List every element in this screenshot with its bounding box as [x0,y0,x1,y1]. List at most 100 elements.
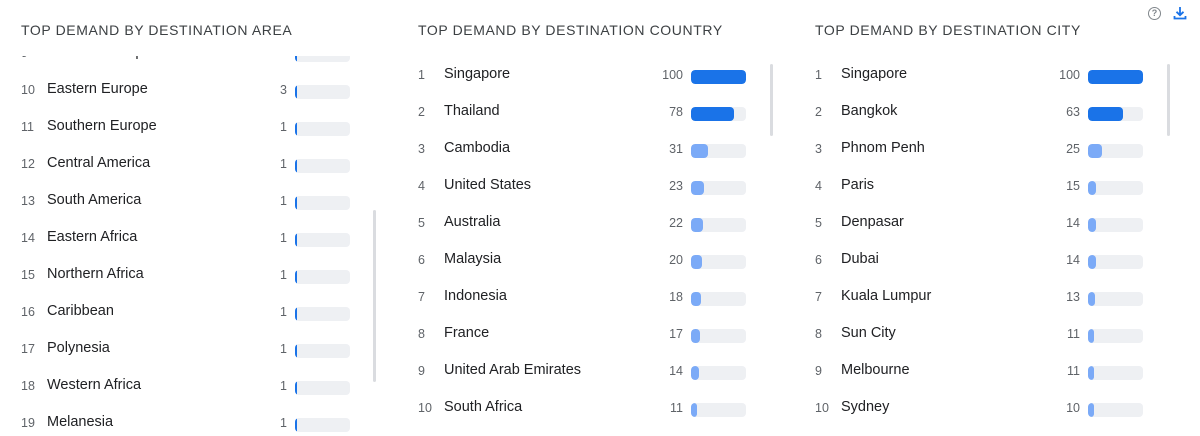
list-item[interactable]: 9 United Arab Emirates 14 [397,352,777,389]
demand-bar-fill [295,56,297,62]
list-item[interactable]: 14 Eastern Africa 1 [0,219,380,256]
list-item[interactable]: 9 Western Europe [0,56,380,71]
demand-bar-track [1088,107,1143,121]
demand-value: 14 [1066,253,1080,267]
list-item[interactable]: 6 Dubai 14 [794,241,1174,278]
demand-bar-track [691,70,746,84]
demand-bar-track [295,56,350,62]
demand-bar-track [295,233,350,247]
area-scrollbar[interactable] [373,210,376,382]
demand-bar-fill [1088,181,1096,195]
city-scrollbar[interactable] [1167,64,1170,136]
country-scrollbar[interactable] [770,64,773,136]
demand-bar-track [691,403,746,417]
demand-bar-track [691,366,746,380]
city-title: TOP DEMAND BY DESTINATION CITY [815,22,1081,38]
list-item[interactable]: 8 Sun City 11 [794,315,1174,352]
rank-number: 1 [418,68,425,82]
demand-bar-track [1088,144,1143,158]
demand-bar-fill [691,255,702,269]
list-item[interactable]: 1 Singapore 100 [397,56,777,93]
list-item[interactable]: 10 South Africa 11 [397,389,777,426]
rank-number: 3 [815,142,822,156]
demand-bar-fill [1088,144,1102,158]
demand-value: 1 [280,157,287,171]
download-icon[interactable] [1173,6,1187,20]
destination-name: South Africa [444,399,523,415]
rank-number: 9 [418,364,425,378]
list-item[interactable]: 3 Cambodia 31 [397,130,777,167]
city-list: 1 Singapore 100 2 Bangkok 63 3 Phnom Penh 25 4 Par… [794,56,1174,436]
list-item[interactable]: 16 Caribbean 1 [0,293,380,330]
list-item[interactable]: 15 Northern Africa 1 [0,256,380,293]
area-list: 9Western Europe10Eastern Europe311Southe… [0,56,380,436]
demand-bar-fill [691,329,700,343]
destination-name: South America [47,192,142,208]
list-item[interactable]: 4 Paris 15 [794,167,1174,204]
demand-bar-track [691,181,746,195]
country-title: TOP DEMAND BY DESTINATION COUNTRY [418,22,723,38]
demand-bar-fill [295,196,297,210]
demand-value: 17 [669,327,683,341]
list-item[interactable]: 10 Sydney 10 [794,389,1174,426]
rank-number: 7 [815,290,822,304]
country-panel: TOP DEMAND BY DESTINATION COUNTRY 1 Singa… [397,0,777,436]
list-item[interactable]: 2 Thailand 78 [397,93,777,130]
rank-number: 2 [815,105,822,119]
rank-number: 9 [815,364,822,378]
demand-value: 1 [280,379,287,393]
demand-bar-fill [295,381,297,395]
list-item[interactable]: 3 Phnom Penh 25 [794,130,1174,167]
list-item[interactable]: 19 Melanesia 1 [0,404,380,436]
demand-bar-track [1088,181,1143,195]
list-item[interactable]: 8 France 17 [397,315,777,352]
demand-bar-fill [691,366,699,380]
rank-number: 8 [815,327,822,341]
destination-name: Malaysia [444,251,502,267]
list-item[interactable]: 7 Indonesia 18 [397,278,777,315]
destination-name: Melbourne [841,362,910,378]
demand-bar-track [295,122,350,136]
demand-value: 18 [669,290,683,304]
rank-number: 18 [21,379,35,393]
destination-name: Sun City [841,325,896,341]
demand-bar-fill [1088,107,1123,121]
demand-bar-fill [691,70,746,84]
demand-bar-track [295,270,350,284]
rank-number: 2 [418,105,425,119]
demand-bar-fill [691,403,697,417]
list-item[interactable]: 13 South America 1 [0,182,380,219]
list-item[interactable]: 5 Australia 22 [397,204,777,241]
demand-bar-track [691,329,746,343]
list-item[interactable]: 2 Bangkok 63 [794,93,1174,130]
demand-value: 100 [662,68,683,82]
destination-name: Phnom Penh [841,140,925,156]
demand-value: 11 [1067,327,1080,341]
destination-name: Thailand [444,103,500,119]
destination-name: Northern Africa [47,266,144,282]
demand-bar-fill [691,144,708,158]
list-item[interactable]: 11 Southern Europe 1 [0,108,380,145]
demand-value: 23 [669,179,683,193]
demand-value: 11 [1067,364,1080,378]
list-item[interactable]: 4 United States 23 [397,167,777,204]
demand-value: 1 [280,194,287,208]
demand-bar-track [1088,329,1143,343]
list-item[interactable]: 6 Malaysia 20 [397,241,777,278]
list-item[interactable]: 1 Singapore 100 [794,56,1174,93]
list-item[interactable]: 7 Kuala Lumpur 13 [794,278,1174,315]
list-item[interactable]: 10 Eastern Europe 3 [0,71,380,108]
demand-value: 14 [1066,216,1080,230]
demand-bar-fill [1088,403,1094,417]
list-item[interactable]: 5 Denpasar 14 [794,204,1174,241]
list-item[interactable]: 17 Polynesia 1 [0,330,380,367]
destination-name: Australia [444,214,501,230]
list-item[interactable]: 12 Central America 1 [0,145,380,182]
list-item[interactable]: 18 Western Africa 1 [0,367,380,404]
area-panel: TOP DEMAND BY DESTINATION AREA 9 Western … [0,0,380,436]
demand-value: 100 [1059,68,1080,82]
area-title: TOP DEMAND BY DESTINATION AREA [21,22,293,38]
demand-value: 63 [1066,105,1080,119]
destination-name: Melanesia [47,414,114,430]
list-item[interactable]: 9 Melbourne 11 [794,352,1174,389]
